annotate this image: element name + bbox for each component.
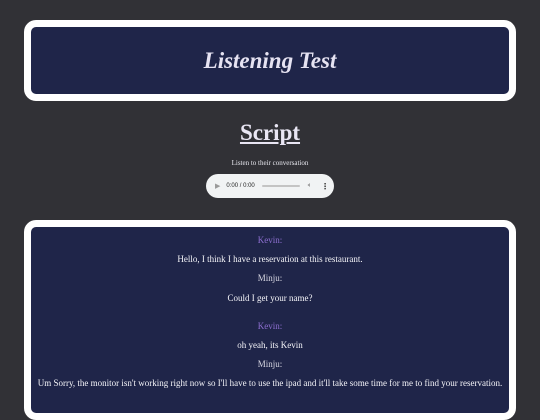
audio-time: 0:00 / 0:00 [226,183,255,189]
audio-player[interactable]: ▶ 0:00 / 0:00 🔈︎ ⋮ [206,174,334,198]
more-vert-icon[interactable]: ⋮ [321,182,329,191]
dialogue-line: Could I get your name? [227,293,313,303]
play-icon[interactable]: ▶ [215,182,220,190]
speaker-label: Minju: [257,359,283,369]
page-title: Listening Test [203,47,337,73]
dialogue-card: Kevin: Hello, I think I have a reservati… [24,220,516,420]
header-card: Listening Test [24,20,516,101]
dialogue-line: Um Sorry, the monitor isn't working righ… [37,378,503,388]
dialogue-line: oh yeah, its Kevin [237,340,303,350]
script-subtitle: Listen to their conversation [231,159,309,167]
speaker-label: Minju: [257,273,283,283]
script-heading: Script [239,120,301,145]
speaker-label: Kevin: [257,321,283,331]
volume-icon[interactable]: 🔈︎ [308,182,312,190]
speaker-label: Kevin: [257,235,283,245]
dialogue-line: Hello, I think I have a reservation at t… [177,254,363,264]
audio-progress-track[interactable] [261,185,300,187]
